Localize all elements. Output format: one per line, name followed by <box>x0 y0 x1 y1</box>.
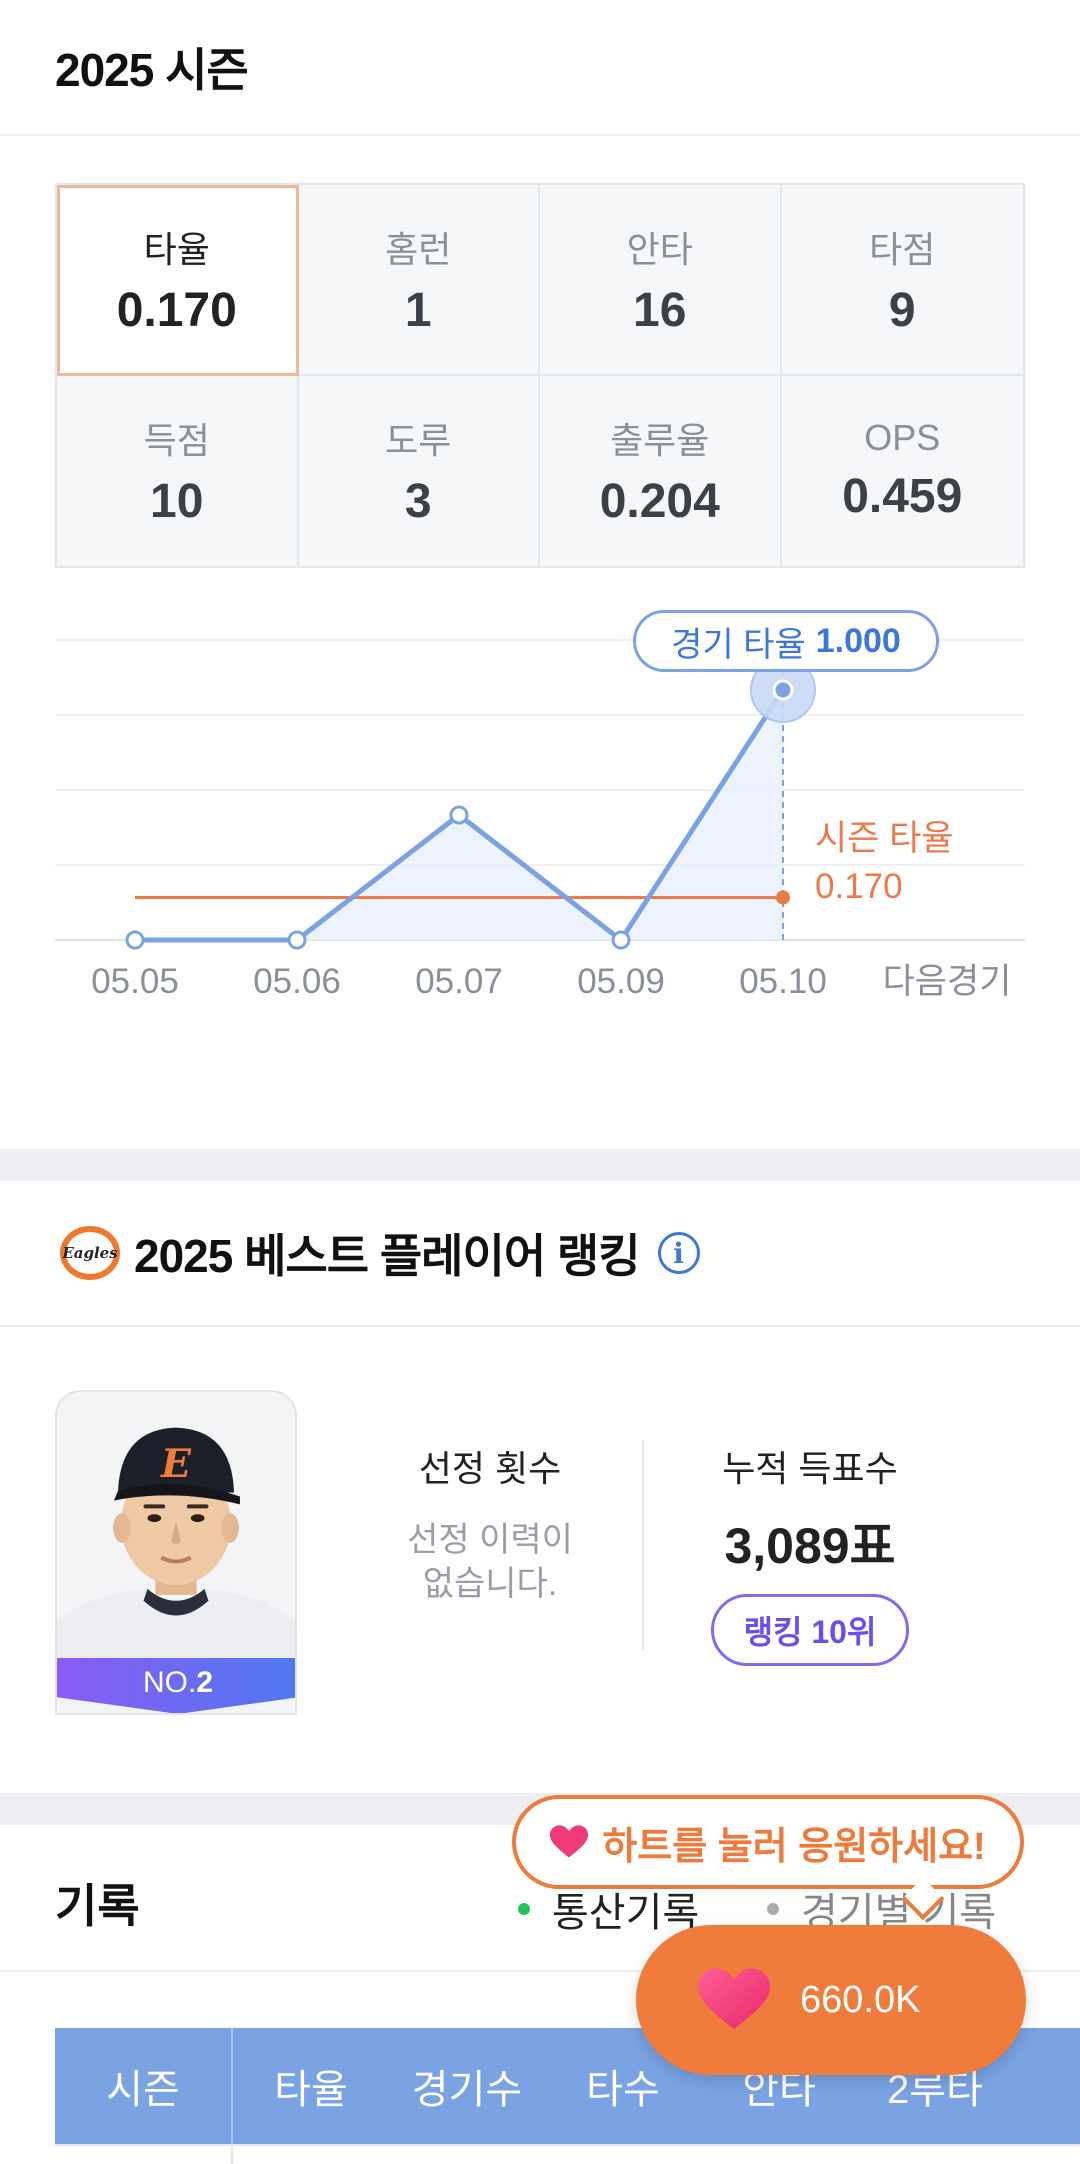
x-tick-label: 05.06 <box>253 962 341 1001</box>
section-divider <box>0 1149 1080 1181</box>
callout-label: 경기 타율 <box>671 625 806 664</box>
votes-value: 3,089표 <box>724 1518 896 1574</box>
x-tick-label: 05.07 <box>415 962 503 1001</box>
cheer-tooltip: 하트를 눌러 응원하세요! <box>512 1795 1024 1889</box>
x-tick-label: 05.05 <box>91 962 179 1001</box>
stat-value: 9 <box>888 283 916 337</box>
stat-grid: 타율 0.170 홈런 1 안타 16 타점 9 득점 10 도루 3 출루율 … <box>55 183 1025 568</box>
stat-label: 타점 <box>869 228 936 270</box>
player-number-prefix: NO. <box>142 1666 197 1699</box>
stat-label: 도루 <box>385 420 452 462</box>
data-point <box>449 805 469 825</box>
stat-label: 타율 <box>143 228 210 270</box>
data-point <box>611 930 631 950</box>
stat-cell-obp[interactable]: 출루율 0.204 <box>540 375 782 566</box>
votes-label: 누적 득표수 <box>722 1448 898 1489</box>
stat-value: 1 <box>404 283 432 337</box>
selection-label: 선정 횟수 <box>418 1448 562 1489</box>
player-card[interactable]: E NO. 2 <box>55 1390 297 1715</box>
x-tick-label: 다음경기 <box>883 962 1012 1001</box>
ranking-header: Eagles 2025 베스트 플레이어 랭킹 i <box>0 1181 1080 1327</box>
player-season-page: 2025 시즌 타율 0.170 홈런 1 안타 16 타점 9 득점 10 도… <box>0 0 1080 2164</box>
callout-value: 1.000 <box>815 621 901 660</box>
season-avg-value: 0.170 <box>815 867 903 906</box>
ranking-title: 2025 베스트 플레이어 랭킹 <box>134 1230 641 1282</box>
table-cell-divider <box>231 2146 233 2164</box>
ranking-pill[interactable]: 랭킹 10위 <box>710 1594 910 1666</box>
stat-label: 홈런 <box>385 228 452 270</box>
team-logo: Eagles <box>60 1226 120 1280</box>
data-point <box>772 679 794 701</box>
stat-value: 3 <box>404 475 432 529</box>
data-point <box>125 930 145 950</box>
records-title: 기록 <box>55 1880 140 1932</box>
player-photo: E <box>57 1394 295 1660</box>
stat-value: 0.459 <box>842 470 963 524</box>
season-avg-label: 시즌 타율 0.170 <box>815 815 954 911</box>
column-header[interactable]: 시즌 <box>55 2028 233 2144</box>
cheer-button[interactable]: 660.0K <box>636 1925 1026 2075</box>
stat-value: 10 <box>150 475 204 529</box>
stat-cell-avg[interactable]: 타율 0.170 <box>57 185 299 376</box>
team-logo-text: Eagles <box>62 1232 118 1274</box>
stat-value: 0.204 <box>599 475 720 529</box>
selection-desc-1: 선정 이력이 <box>407 1521 573 1559</box>
stat-label: 출루율 <box>610 420 710 462</box>
selection-desc-2: 없습니다. <box>422 1565 558 1603</box>
stat-cell-runs[interactable]: 득점 10 <box>57 375 299 566</box>
svg-text:E: E <box>160 1441 192 1487</box>
stat-cell-homerun[interactable]: 홈런 1 <box>298 185 540 376</box>
season-header: 2025 시즌 <box>0 0 1080 136</box>
heart-icon <box>698 1968 770 2030</box>
season-avg-title: 시즌 타율 <box>815 819 954 858</box>
player-number-badge: NO. 2 <box>57 1658 295 1713</box>
info-icon[interactable]: i <box>657 1232 700 1274</box>
data-point <box>287 930 307 950</box>
records-table-body <box>55 2144 1080 2164</box>
stat-cell-steals[interactable]: 도루 3 <box>299 375 540 566</box>
stat-cell-hits[interactable]: 안타 16 <box>540 185 782 376</box>
column-header[interactable]: 타율 <box>233 2057 389 2115</box>
season-avg-point <box>776 890 790 905</box>
cheer-tooltip-text: 하트를 눌러 응원하세요! <box>602 1825 986 1868</box>
active-dot <box>518 1903 530 1915</box>
inactive-dot <box>767 1903 779 1915</box>
column-header[interactable]: 경기수 <box>389 2057 545 2115</box>
stat-cell-ops[interactable]: OPS 0.459 <box>782 376 1024 567</box>
stat-value: 0.170 <box>116 283 237 337</box>
selection-count: 선정 횟수 선정 이력이 없습니다. <box>370 1440 610 1606</box>
stat-cell-rbi[interactable]: 타점 9 <box>781 185 1023 376</box>
vote-count: 누적 득표수 3,089표 랭킹 10위 <box>680 1440 940 1666</box>
stat-label: OPS <box>864 417 941 459</box>
season-title: 2025 시즌 <box>55 44 249 96</box>
stat-label: 득점 <box>143 420 210 462</box>
heart-icon <box>550 1825 589 1858</box>
x-tick-label: 05.09 <box>577 962 665 1001</box>
game-avg-callout: 경기 타율 1.000 <box>633 610 939 672</box>
cheer-count: 660.0K <box>800 1978 921 2021</box>
stat-value: 16 <box>633 283 687 337</box>
x-tick-label: 05.10 <box>739 962 827 1001</box>
player-number: 2 <box>196 1666 214 1699</box>
stat-label: 안타 <box>626 228 693 270</box>
vertical-divider <box>642 1440 644 1650</box>
